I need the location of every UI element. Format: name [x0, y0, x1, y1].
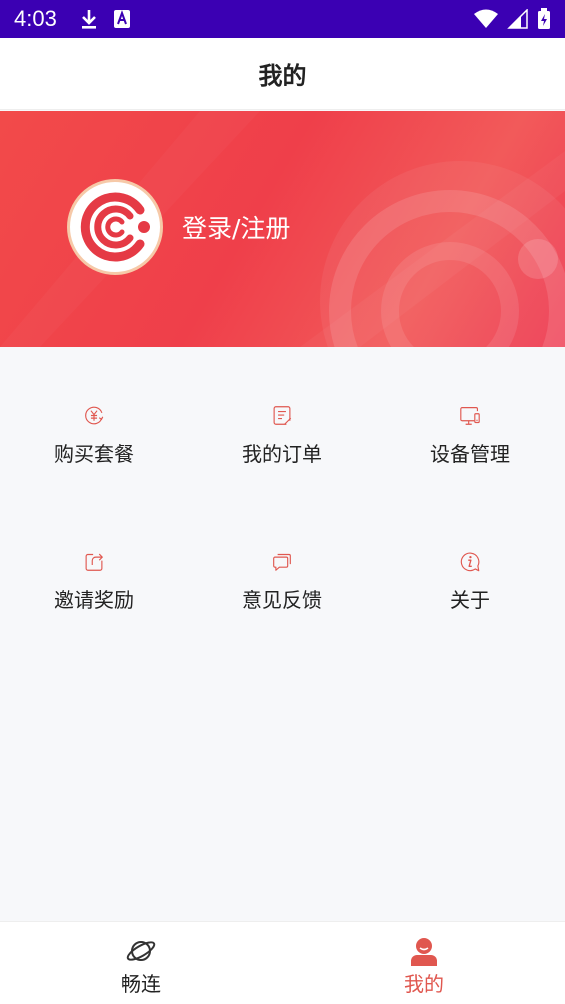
avatar[interactable] — [67, 179, 163, 275]
app-logo-icon — [76, 188, 154, 266]
nav-tab-mine[interactable]: 我的 — [283, 922, 565, 1004]
menu-label: 购买套餐 — [54, 442, 134, 466]
page-title: 我的 — [258, 62, 307, 90]
menu-item-device-management[interactable]: 设备管理 — [376, 347, 564, 467]
devices-icon — [460, 407, 480, 425]
info-icon — [460, 552, 480, 572]
nav-label: 我的 — [404, 972, 444, 996]
nav-label: 畅连 — [121, 972, 161, 996]
feedback-icon — [273, 553, 291, 571]
profile-banner[interactable]: 登录/注册 — [0, 111, 565, 347]
download-icon — [81, 10, 96, 29]
wifi-icon — [474, 9, 498, 28]
a-icon — [113, 10, 130, 28]
menu-label: 邀请奖励 — [54, 588, 134, 612]
menu-item-invite-rewards[interactable]: 邀请奖励 — [0, 493, 188, 613]
title-bar: 我的 — [0, 38, 565, 110]
status-time: 4:03 — [14, 6, 57, 31]
bottom-nav: 畅连 我的 — [0, 921, 565, 1004]
login-register-link[interactable]: 登录/注册 — [182, 209, 290, 245]
menu-item-buy-package[interactable]: 购买套餐 — [0, 347, 188, 467]
menu-item-my-orders[interactable]: 我的订单 — [188, 347, 376, 467]
yuan-coin-icon — [85, 406, 104, 425]
share-icon — [85, 553, 103, 571]
signal-icon — [507, 9, 528, 29]
menu-label: 关于 — [450, 588, 490, 612]
user-icon — [411, 938, 437, 966]
menu-label: 设备管理 — [430, 442, 510, 466]
menu-item-feedback[interactable]: 意见反馈 — [188, 493, 376, 613]
nav-tab-connect[interactable]: 畅连 — [0, 922, 282, 1004]
menu-item-about[interactable]: 关于 — [376, 493, 564, 613]
status-bar: 4:03 — [0, 0, 565, 38]
order-list-icon — [273, 406, 292, 425]
menu-label: 我的订单 — [242, 442, 322, 466]
menu-label: 意见反馈 — [242, 588, 322, 612]
battery-icon — [538, 8, 550, 29]
planet-icon — [126, 941, 156, 961]
